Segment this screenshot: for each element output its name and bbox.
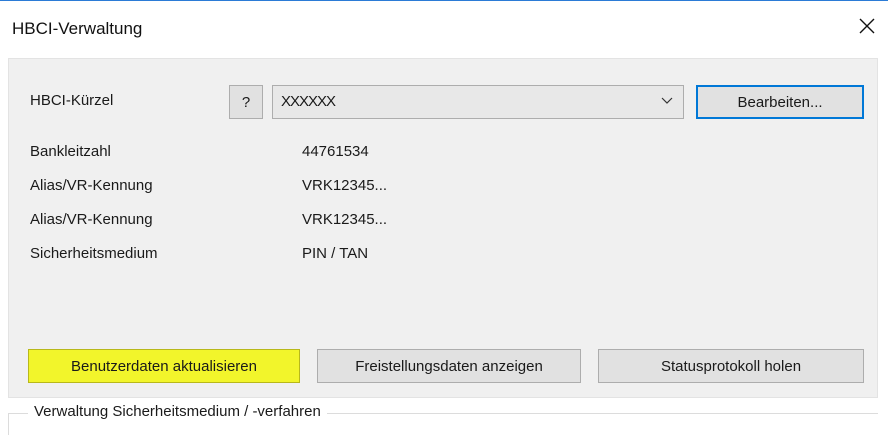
- alias-value-1: VRK12345...: [302, 177, 388, 194]
- hbci-window: HBCI-Verwaltung HBCI-Kürzel ? XXXXXX Bea…: [0, 0, 888, 435]
- update-user-data-label: Benutzerdaten aktualisieren: [71, 357, 257, 375]
- security-groupbox-legend: Verwaltung Sicherheitsmedium / -verfahre…: [28, 403, 327, 420]
- security-groupbox-left-border: [8, 413, 9, 435]
- close-button[interactable]: [850, 11, 884, 41]
- alias-value-2: VRK12345...: [302, 211, 388, 228]
- fetch-status-log-button[interactable]: Statusprotokoll holen: [598, 349, 864, 383]
- edit-button-label: Bearbeiten...: [737, 93, 823, 111]
- window-title: HBCI-Verwaltung: [12, 19, 143, 38]
- edit-button[interactable]: Bearbeiten...: [696, 85, 864, 119]
- alias-label-1: Alias/VR-Kennung: [30, 177, 153, 194]
- update-user-data-button[interactable]: Benutzerdaten aktualisieren: [28, 349, 300, 383]
- alias-label-2: Alias/VR-Kennung: [30, 211, 153, 228]
- help-button[interactable]: ?: [229, 85, 263, 119]
- kuerzel-select[interactable]: XXXXXX: [272, 85, 684, 119]
- bank-code-value: 44761534: [302, 143, 369, 160]
- fetch-status-log-label: Statusprotokoll holen: [660, 357, 802, 375]
- chevron-down-icon: [661, 97, 673, 104]
- close-icon: [859, 18, 875, 34]
- security-medium-label: Sicherheitsmedium: [30, 245, 158, 262]
- show-exemption-data-label: Freistellungsdaten anzeigen: [355, 357, 543, 375]
- show-exemption-data-button[interactable]: Freistellungsdaten anzeigen: [317, 349, 581, 383]
- help-button-label: ?: [241, 93, 251, 111]
- security-medium-value: PIN / TAN: [302, 245, 369, 262]
- bank-code-label: Bankleitzahl: [30, 143, 111, 160]
- kuerzel-label: HBCI-Kürzel: [30, 92, 114, 109]
- titlebar: HBCI-Verwaltung: [0, 1, 888, 49]
- kuerzel-select-value: XXXXXX: [281, 93, 336, 110]
